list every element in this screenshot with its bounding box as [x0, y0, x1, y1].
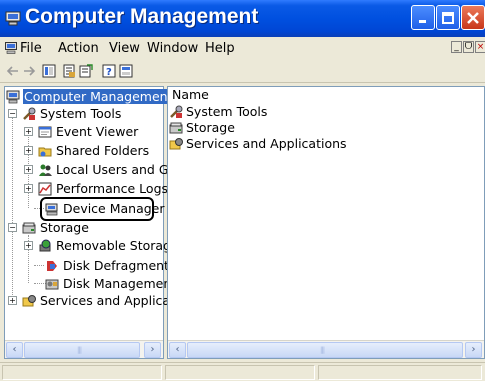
menu-bar: File Action View Window Help _ ᗜ × [0, 37, 485, 59]
tree-item-label: System Tools [40, 106, 122, 121]
list-item-label: System Tools [186, 104, 268, 119]
tree-item-storage[interactable]: − Storage [8, 219, 90, 236]
tree-item-services-applications[interactable]: + Services and Applicat [8, 292, 176, 309]
tree-item-label: Services and Applicat [40, 293, 175, 308]
expand-toggle[interactable]: + [24, 127, 33, 136]
scroll-grip: ||| [77, 346, 82, 354]
event-viewer-icon [38, 126, 52, 137]
tree-item-label: Disk Management [63, 276, 177, 291]
export-list-icon[interactable] [79, 64, 93, 78]
tree-item-label: Shared Folders [56, 143, 150, 158]
expand-toggle[interactable]: + [24, 146, 33, 155]
tree-guide [34, 265, 44, 266]
window-title: Computer Management [25, 5, 259, 28]
properties-icon[interactable] [62, 64, 76, 78]
tree-item-shared-folders[interactable]: + Shared Folders [24, 142, 150, 159]
status-panel [318, 365, 482, 380]
tree-item-label: Removable Storag [56, 238, 171, 253]
maximize-button[interactable] [436, 5, 460, 30]
minimize-icon [419, 19, 426, 23]
tree-item-label: Storage [40, 220, 89, 235]
collapse-toggle[interactable]: − [8, 109, 17, 118]
status-panel [165, 365, 315, 380]
computer-management-icon [5, 42, 17, 54]
shared-folders-icon [38, 147, 52, 156]
storage-icon [169, 122, 183, 133]
svg-text:?: ? [106, 67, 112, 78]
storage-icon [22, 222, 36, 233]
mdi-restore-button[interactable]: ᗜ [463, 41, 474, 53]
scroll-left-button[interactable]: ‹ [169, 342, 186, 358]
details-horizontal-scrollbar[interactable]: ‹ ||| › [168, 340, 484, 358]
tree-item-local-users[interactable]: + Local Users and Gr [24, 161, 175, 178]
maximize-icon [442, 11, 454, 24]
close-button[interactable] [461, 5, 485, 30]
menu-action[interactable]: Action [58, 41, 99, 56]
column-header-name[interactable]: Name [168, 87, 468, 103]
tree-item-label: Disk Defragmenter [63, 258, 182, 273]
tree-item-disk-management[interactable]: Disk Management [45, 275, 177, 292]
list-item-label: Services and Applications [186, 136, 347, 151]
scroll-right-button[interactable]: › [465, 342, 482, 358]
status-panel [2, 365, 162, 380]
system-tools-icon [170, 105, 183, 118]
close-icon [467, 11, 479, 24]
disk-management-icon [45, 279, 59, 289]
scroll-right-button[interactable]: › [144, 342, 161, 358]
computer-management-window: Computer Management File Action View Win… [0, 0, 485, 381]
tree-guide [12, 113, 13, 299]
mdi-minimize-button[interactable]: _ [451, 41, 462, 53]
collapse-toggle[interactable]: − [8, 223, 17, 232]
menu-window[interactable]: Window [147, 41, 198, 56]
tree-item-label: Local Users and Gr [56, 162, 174, 177]
toolbar: ? [0, 59, 485, 83]
device-manager-highlight [40, 197, 154, 221]
tree-item-computer-management[interactable]: Computer Management ( [6, 88, 183, 105]
services-applications-icon [169, 137, 183, 149]
expand-toggle[interactable]: + [24, 241, 33, 250]
services-applications-icon [22, 294, 36, 306]
disk-defragmenter-icon [47, 260, 57, 271]
expand-toggle[interactable]: + [8, 296, 17, 305]
removable-storage-icon [39, 239, 51, 251]
tree-item-removable-storage[interactable]: + Removable Storag [24, 237, 172, 254]
scroll-left-button[interactable]: ‹ [6, 342, 23, 358]
title-bar[interactable]: Computer Management [0, 0, 485, 37]
list-item-services-applications[interactable]: Services and Applications [169, 136, 347, 151]
tree-item-label: Performance Logs [56, 181, 169, 196]
help-icon[interactable]: ? [102, 64, 116, 78]
system-tools-icon [23, 107, 36, 120]
tree-item-performance-logs[interactable]: + Performance Logs [24, 180, 169, 197]
tree-item-system-tools[interactable]: − System Tools [8, 105, 122, 122]
tree-item-label: Event Viewer [56, 124, 139, 139]
expand-toggle[interactable]: + [24, 165, 33, 174]
menu-file[interactable]: File [20, 41, 42, 56]
tree-item-event-viewer[interactable]: + Event Viewer [24, 123, 139, 140]
show-hide-tree-icon[interactable] [42, 64, 56, 78]
tree-horizontal-scrollbar[interactable]: ‹ ||| › [5, 340, 163, 358]
performance-logs-icon [38, 182, 52, 195]
menu-view[interactable]: View [109, 41, 140, 56]
status-bar [0, 362, 485, 381]
computer-management-icon [6, 90, 20, 103]
forward-icon[interactable] [22, 64, 36, 78]
scroll-thumb[interactable] [24, 342, 140, 358]
list-item-system-tools[interactable]: System Tools [169, 104, 267, 119]
back-icon[interactable] [6, 64, 20, 78]
list-item-label: Storage [186, 120, 235, 135]
tree-item-label: Computer Management ( [23, 89, 183, 104]
scroll-grip: ||| [320, 346, 325, 354]
computer-management-icon [5, 11, 21, 26]
view-details-icon[interactable] [119, 64, 133, 78]
mdi-close-button[interactable]: × [475, 41, 485, 53]
scroll-thumb[interactable] [187, 342, 463, 358]
list-item-storage[interactable]: Storage [169, 120, 235, 135]
local-users-icon [39, 164, 52, 176]
menu-help[interactable]: Help [205, 41, 235, 56]
tree-item-disk-defragmenter[interactable]: Disk Defragmenter [45, 257, 183, 274]
expand-toggle[interactable]: + [24, 184, 33, 193]
minimize-button[interactable] [411, 5, 435, 30]
